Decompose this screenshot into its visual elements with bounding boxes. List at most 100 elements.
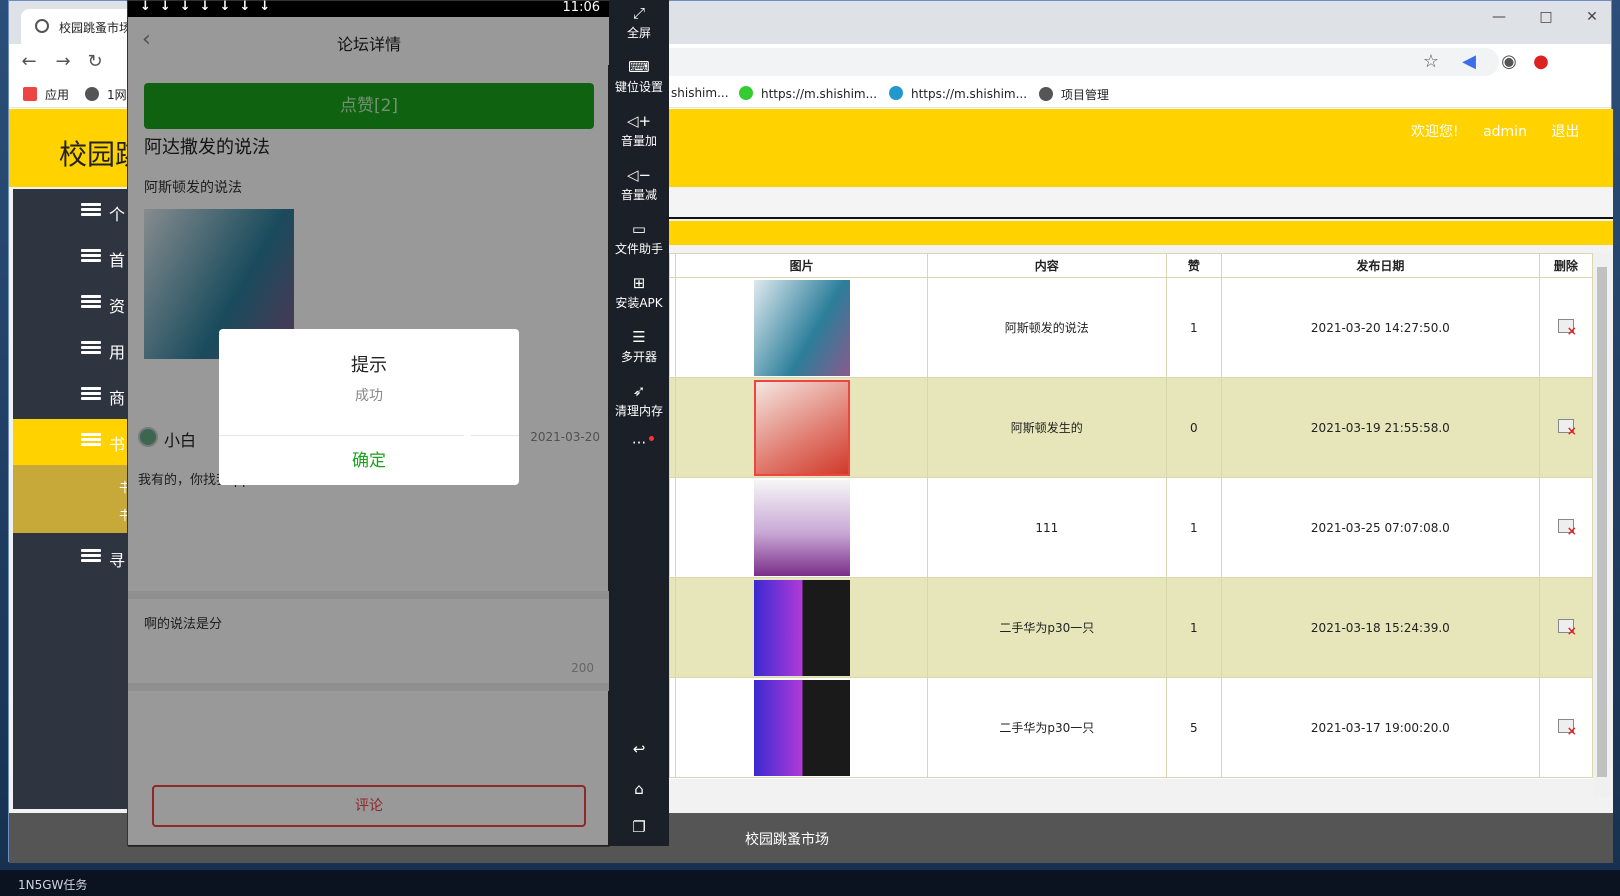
bookmark-5[interactable]: 项目管理 [1039,86,1109,103]
logout-link[interactable]: 退出 [1551,124,1579,140]
star-icon[interactable]: ☆ [1419,50,1443,74]
header-user-area: 欢迎您! admin 退出 [1411,121,1599,141]
delete-icon[interactable] [1557,519,1577,538]
wechat-icon [739,86,753,100]
table-cell: 阿斯顿发的说法 [926,277,1167,378]
rocket-icon: ➶ [632,382,646,400]
volume-down-button[interactable]: ◁− 音量减 [609,164,669,203]
table-cell [675,277,928,378]
table-cell [1538,377,1594,478]
volume-down-icon: ◁− [626,166,652,184]
table-row: 阿斯顿发的说法 1 2021-03-20 14:27:50.0 [668,277,1594,378]
delete-icon[interactable] [1557,419,1577,438]
table-header-cell: 内容 [926,253,1167,278]
taskbar-item[interactable]: 1N5GW任务 [18,876,87,893]
table-cell [1538,577,1594,678]
table-cell [675,677,928,778]
delete-icon[interactable] [1557,719,1577,738]
desktop: 校园跳蚤市场 — □ ✕ ← → ↻ ☆ ◀ ◉ ● 应用 1网 shishim… [0,0,1620,896]
download-icons: ↓↓↓↓↓↓↓ [140,0,280,14]
table-cell [1538,477,1594,578]
globe-icon [1039,87,1053,101]
page-scrollbar[interactable] [1593,253,1613,797]
fullscreen-button[interactable]: ⤢ 全屏 [609,2,669,41]
tab-title: 校园跳蚤市场 [59,21,132,35]
keymap-button[interactable]: ⌨ 键位设置 [609,56,669,95]
table-row: 111 1 2021-03-25 07:07:08.0 [668,477,1594,578]
reload-icon[interactable]: ↻ [83,50,107,74]
breadcrumb-bar [669,189,1613,219]
status-bar: ↓↓↓↓↓↓↓ 11:06 [128,0,610,17]
post-image[interactable] [753,579,850,676]
post-image[interactable] [753,679,850,776]
extension-icon[interactable]: ◀ [1457,50,1481,74]
table-header-row: 图片 内容 赞 发布日期 删除 [668,253,1594,278]
android-recents-button[interactable]: ❐ [609,816,669,838]
table-row: 二手华为p30一只 1 2021-03-18 15:24:39.0 [668,577,1594,678]
table-cell: 1 [1165,577,1223,678]
table-cell: 阿斯顿发生的 [926,377,1167,478]
profile-icon[interactable]: ◉ [1497,50,1521,74]
table-header-cell: 图片 [675,253,928,278]
table-cell: 2021-03-20 14:27:50.0 [1221,277,1540,378]
stack-icon [81,433,101,447]
install-apk-button[interactable]: ⊞ 安装APK [609,272,669,311]
table-header-cell: 赞 [1165,253,1223,278]
clear-memory-button[interactable]: ➶ 清理内存 [609,380,669,419]
bookmark-2[interactable]: shishim... [671,86,729,100]
modal-overlay: 提示 成功 确定 [128,17,610,847]
windows-taskbar: 1N5GW任务 [0,870,1620,896]
stack-icon [81,387,101,401]
keyboard-icon: ⌨ [628,58,650,76]
table-cell: 2021-03-17 19:00:20.0 [1221,677,1540,778]
table-cell: 0 [1165,377,1223,478]
apk-icon: ⊞ [632,274,646,292]
maximize-icon[interactable]: □ [1531,9,1561,29]
volume-up-button[interactable]: ◁+ 音量加 [609,110,669,149]
table-cell [675,377,928,478]
stack-icon [81,249,101,263]
android-home-button[interactable]: ⌂ [609,778,669,800]
multi-icon: ☰ [632,328,646,346]
alert-dialog: 提示 成功 确定 [219,329,519,485]
dialog-title: 提示 [351,355,387,376]
admin-link[interactable]: admin [1483,124,1527,140]
expand-icon: ⤢ [632,4,645,22]
link-icon [889,86,903,100]
update-icon[interactable]: ● [1529,50,1553,74]
post-image[interactable] [753,479,850,576]
table-cell [1538,277,1594,378]
close-icon[interactable]: ✕ [1577,9,1607,29]
table-cell [675,577,928,678]
scrollbar-thumb[interactable] [1597,267,1607,777]
stack-icon [81,341,101,355]
multi-instance-button[interactable]: ☰ 多开器 [609,326,669,365]
monitor-icon: ▭ [631,220,647,238]
bookmark-1[interactable]: 1网 [85,86,127,103]
table-header-cell: 删除 [1538,253,1594,278]
table-cell [675,477,928,578]
back-icon[interactable]: ← [17,50,41,74]
file-helper-button[interactable]: ▭ 文件助手 [609,218,669,257]
dialog-confirm-button[interactable]: 确定 [219,435,519,485]
delete-icon[interactable] [1557,619,1577,638]
post-image[interactable] [753,279,850,376]
phone-emulator-screen: ↓↓↓↓↓↓↓ 11:06 ‹ 论坛详情 点赞[2] 阿达撒发的说法 阿斯顿发的… [127,0,610,847]
forward-icon[interactable]: → [51,50,75,74]
table-cell: 2021-03-19 21:55:58.0 [1221,377,1540,478]
apps-icon [23,87,37,101]
minimize-icon[interactable]: — [1484,9,1514,29]
stack-icon [81,295,101,309]
bookmark-apps[interactable]: 应用 [23,86,69,103]
table-header-cell: 发布日期 [1221,253,1540,278]
bookmark-4[interactable]: https://m.shishim... [889,86,1027,101]
emulator-toolbar: ⤢ 全屏 ⌨ 键位设置 ◁+ 音量加 ◁− 音量减 ▭ 文件助手 ⊞ 安装APK ☰ 多开器 … [609,0,669,846]
notification-dot [649,436,654,441]
delete-icon[interactable] [1557,319,1577,338]
android-back-button[interactable]: ↩ [609,738,669,760]
dialog-message: 成功 [355,388,383,404]
bookmark-3[interactable]: https://m.shishim... [739,86,877,101]
more-button[interactable]: ··· [609,432,669,454]
more-icon: ··· [631,434,647,452]
post-image[interactable] [753,379,850,476]
